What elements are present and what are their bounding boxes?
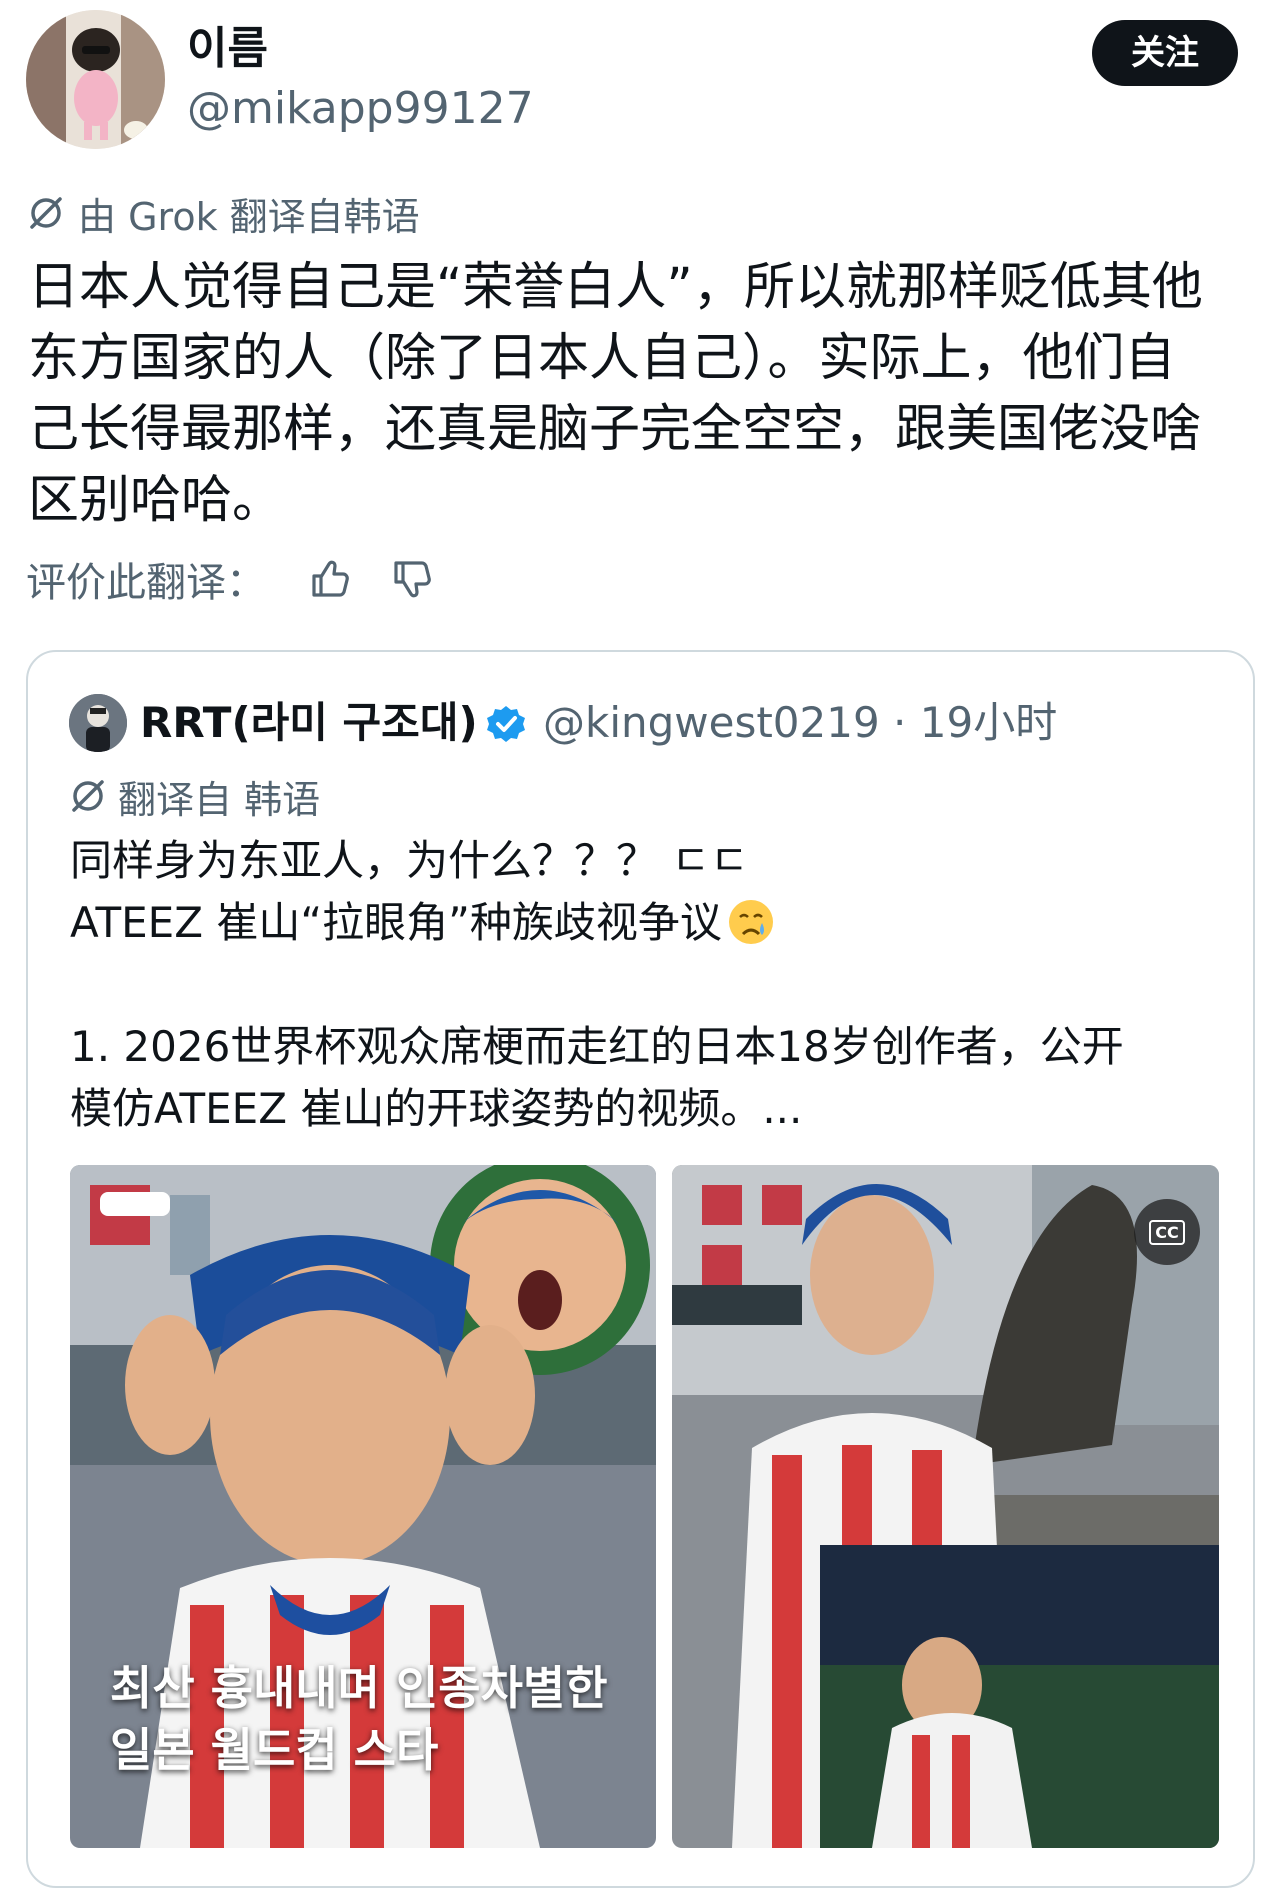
quoted-handle-time[interactable]: @kingwest0219 · 19小时 (543, 696, 1057, 750)
follow-button[interactable]: 关注 (1092, 20, 1238, 86)
media-caption: 최산 흉내내며 인종차별한 일본 월드컵 스타 (110, 1661, 608, 1777)
quoted-line: ATEEZ 崔山“拉眼角”种族歧视争议 (70, 892, 1230, 954)
user-avatar[interactable] (26, 10, 165, 149)
quoted-line: 模仿ATEEZ 崔山的开球姿势的视频。... (70, 1084, 803, 1133)
grok-slash-icon (72, 780, 104, 812)
quoted-tweet-text: 同样身为东亚人，为什么？？？ ㄷㄷ ATEEZ 崔山“拉眼角”种族歧视争议 1.… (70, 830, 1230, 1140)
tweet-line: 东方国家的人（除了日本人自己）。实际上，他们自 (28, 329, 1176, 388)
quoted-user-avatar[interactable] (69, 694, 127, 752)
media-image-left[interactable]: 최산 흉내내며 인종차별한 일본 월드컵 스타 (70, 1165, 656, 1848)
closed-captions-button[interactable]: CC (1134, 1199, 1200, 1265)
user-handle[interactable]: @mikapp99127 (187, 82, 534, 136)
quoted-translation-note: 翻译自 韩语 (68, 770, 320, 822)
tweet-line: 己长得最那样，还真是脑子完全空空，跟美国佬没啥 (28, 400, 1202, 459)
translation-note-text: 由 Grok 翻译自韩语 (78, 194, 420, 239)
quoted-translation-text: 翻译自 韩语 (118, 777, 321, 822)
rate-translation-label: 评价此翻译： (26, 560, 266, 606)
translation-note: 由 Grok 翻译自韩语 (26, 188, 420, 239)
media-video-right[interactable]: CC (672, 1165, 1219, 1848)
quoted-display-name[interactable]: RRT(라미 구조대) (140, 696, 478, 750)
thumbs-down-icon[interactable] (388, 556, 434, 602)
verified-badge-icon (487, 706, 525, 742)
crying-face-emoji (728, 900, 773, 944)
display-name[interactable]: 이름 (187, 22, 268, 76)
tweet-line: 区别哈哈。 (28, 471, 284, 530)
rate-translation-row: 评价此翻译： (26, 552, 434, 606)
thumbs-up-icon[interactable] (306, 556, 352, 602)
grok-slash-icon (30, 197, 62, 229)
tweet-text: 日本人觉得自己是“荣誉白人”，所以就那样贬低其他 东方国家的人（除了日本人自己）… (28, 252, 1254, 536)
tweet-line: 日本人觉得自己是“荣誉白人”，所以就那样贬低其他 (28, 258, 1203, 317)
quoted-line (70, 954, 1230, 1016)
quoted-line: 1. 2026世界杯观众席梗而走红的日本18岁创作者，公开 (70, 1022, 1124, 1071)
quoted-tweet-card[interactable]: RRT(라미 구조대) @kingwest0219 · 19小时 翻译自 韩语 … (26, 650, 1255, 1888)
quoted-line: 同样身为东亚人，为什么？？？ ㄷㄷ (70, 836, 749, 885)
